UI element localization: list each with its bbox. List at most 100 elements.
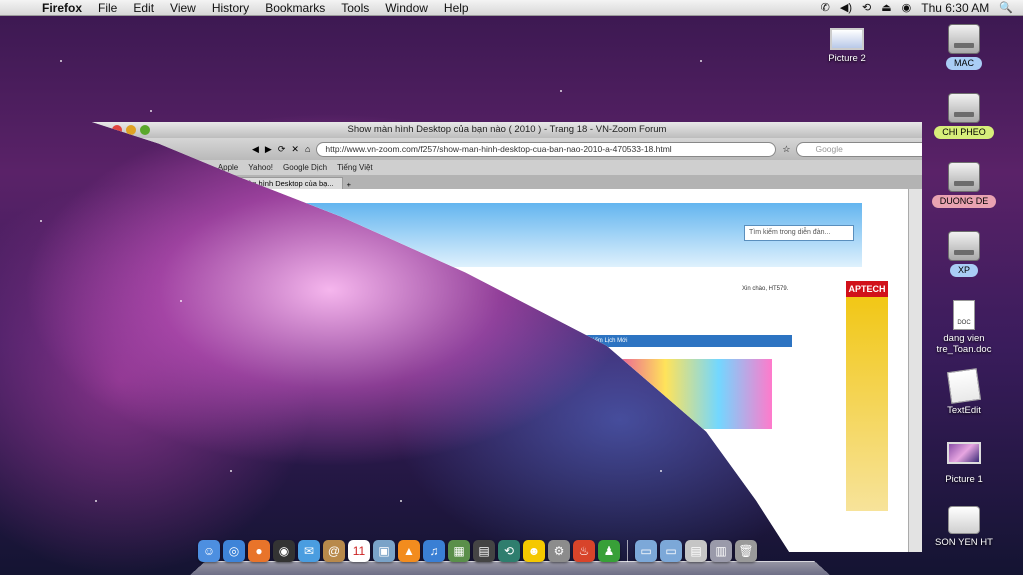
- reload-icon[interactable]: ⟳: [278, 144, 286, 155]
- rss-icon[interactable]: ☆: [782, 144, 790, 155]
- bookmark-google-dich[interactable]: Google Dịch: [283, 163, 327, 172]
- window-title: Show màn hình Desktop của bạn nào ( 2010…: [347, 124, 667, 135]
- bookmark-yahoo[interactable]: Yahoo!: [248, 163, 273, 172]
- status-area: ✆ ◀) ⟲ ⏏ ◉ Thu 6:30 AM 🔍: [821, 0, 1023, 16]
- forward-icon[interactable]: ▶: [265, 144, 272, 155]
- finder-icon[interactable]: ☺: [198, 540, 220, 562]
- menu-edit[interactable]: Edit: [125, 0, 162, 16]
- ad-title: APTECH: [846, 281, 888, 297]
- yahoo-messenger-icon[interactable]: ☻: [523, 540, 545, 562]
- photo-booth-icon[interactable]: ▤: [473, 540, 495, 562]
- web-page: Tìm kiếm trong diễn đàn... Xin chào, HT5…: [92, 189, 922, 552]
- menu-bookmarks[interactable]: Bookmarks: [257, 0, 333, 16]
- icon-label: TextEdit: [947, 405, 981, 416]
- user-greeting: Xin chào, HT579.: [742, 286, 789, 292]
- textedit-icon: [946, 368, 982, 404]
- icon-label: XP: [949, 264, 978, 277]
- back-icon[interactable]: ◀: [252, 144, 259, 155]
- icon-label: dang vien tre_Toan.doc: [936, 333, 992, 355]
- desktop-icon-textedit[interactable]: TextEdit: [919, 368, 1009, 416]
- hard-drive-icon: [948, 93, 980, 123]
- menu-window[interactable]: Window: [377, 0, 436, 16]
- menu-app-name[interactable]: Firefox: [34, 0, 90, 16]
- desktop-icon-picture-2[interactable]: Picture 2: [802, 28, 892, 64]
- picture-thumbnail-icon: [830, 28, 864, 50]
- browser-toolbar: ◀ ▶ ⟳ ✕ ⌂ http://www.vn-zoom.com/f257/sh…: [92, 138, 922, 160]
- home-icon[interactable]: ⌂: [305, 144, 310, 154]
- firefox-window[interactable]: Show màn hình Desktop của bạn nào ( 2010…: [92, 122, 922, 552]
- iphoto-icon[interactable]: ▦: [448, 540, 470, 562]
- desktop-icon-xp[interactable]: XP: [919, 231, 1009, 277]
- ical-icon[interactable]: 11: [348, 540, 370, 562]
- dock-separator: [627, 540, 628, 562]
- stack-icon[interactable]: ▤: [685, 540, 707, 562]
- eject-icon[interactable]: ⏏: [881, 0, 891, 16]
- icon-label: CHI PHEO: [934, 126, 994, 139]
- icon-label: DUONG DE: [931, 195, 997, 208]
- icon-label: Picture 1: [945, 474, 983, 485]
- document-icon: DOC: [953, 300, 975, 330]
- tab-strip: Show màn hình Desktop của bạ... +: [92, 175, 922, 189]
- minimize-button[interactable]: [126, 125, 136, 135]
- bookmark-tieng-viet[interactable]: Tiếng Việt: [337, 163, 373, 172]
- aptech-ad[interactable]: APTECH: [846, 281, 888, 511]
- desktop-icon-chi-pheo[interactable]: CHI PHEO: [919, 93, 1009, 139]
- hard-drive-icon: [948, 24, 980, 54]
- menu-help[interactable]: Help: [436, 0, 477, 16]
- external-drive-icon: [948, 506, 980, 534]
- dashboard-icon[interactable]: ◉: [273, 540, 295, 562]
- close-button[interactable]: [112, 125, 122, 135]
- desktop-icon-mac[interactable]: MAC: [919, 24, 1009, 70]
- folder-icon-2[interactable]: ▭: [660, 540, 682, 562]
- desktop-icon-duong-de[interactable]: DUONG DE: [919, 162, 1009, 208]
- spotlight-icon[interactable]: 🔍: [999, 0, 1013, 16]
- new-tab-icon[interactable]: +: [347, 180, 351, 189]
- forum-image: [612, 359, 772, 429]
- menu-file[interactable]: File: [90, 0, 125, 16]
- wifi-icon[interactable]: ◉: [902, 0, 912, 16]
- preview-icon[interactable]: ▣: [373, 540, 395, 562]
- window-controls: [112, 125, 150, 135]
- icon-label: Picture 2: [828, 53, 866, 64]
- menu-history[interactable]: History: [204, 0, 257, 16]
- flame-app-icon[interactable]: ♨: [573, 540, 595, 562]
- forum-search-input[interactable]: Tìm kiếm trong diễn đàn...: [744, 225, 854, 241]
- desktop-icon-doc[interactable]: DOC dang vien tre_Toan.doc: [919, 300, 1009, 355]
- time-machine-icon[interactable]: ⟲: [498, 540, 520, 562]
- tab-active[interactable]: Show màn hình Desktop của bạ...: [212, 177, 343, 189]
- phone-icon[interactable]: ✆: [821, 0, 830, 16]
- bookmark-google[interactable]: Google: [182, 163, 208, 172]
- menu-bar: Firefox File Edit View History Bookmarks…: [0, 0, 1023, 16]
- picture-thumbnail-icon: [947, 442, 981, 464]
- folder-icon-1[interactable]: ▭: [635, 540, 657, 562]
- zoom-button[interactable]: [140, 125, 150, 135]
- time-machine-icon[interactable]: ⟲: [862, 0, 871, 16]
- itunes-icon[interactable]: ♫: [423, 540, 445, 562]
- window-titlebar[interactable]: Show màn hình Desktop của bạn nào ( 2010…: [92, 122, 922, 138]
- ichat-icon[interactable]: ✉: [298, 540, 320, 562]
- menu-tools[interactable]: Tools: [333, 0, 377, 16]
- volume-icon[interactable]: ◀): [840, 0, 852, 16]
- dock-icons: ☺ ◎ ● ◉ ✉ @11 ▣ ▲ ♫ ▦ ▤ ⟲ ☻ ⚙ ♨ ♟ ▭ ▭ ▤ ▥ 🗑: [198, 540, 822, 562]
- forum-nav-bar[interactable]: Forum Thành viên Tìm kiếm Lịch Mới: [522, 335, 792, 347]
- green-app-icon[interactable]: ♟: [598, 540, 620, 562]
- safari-icon[interactable]: ◎: [223, 540, 245, 562]
- dock: ☺ ◎ ● ◉ ✉ @11 ▣ ▲ ♫ ▦ ▤ ⟲ ☻ ⚙ ♨ ♟ ▭ ▭ ▤ ▥ 🗑: [190, 536, 830, 575]
- search-input[interactable]: Google: [796, 141, 922, 157]
- menu-view[interactable]: View: [162, 0, 204, 16]
- stop-icon[interactable]: ✕: [291, 144, 299, 155]
- vlc-icon[interactable]: ▲: [398, 540, 420, 562]
- desktop-icon-picture-1[interactable]: Picture 1: [919, 442, 1009, 485]
- desktop-icon-son-yen-ht[interactable]: SON YEN HT: [919, 506, 1009, 548]
- system-prefs-icon[interactable]: ⚙: [548, 540, 570, 562]
- bookmark-apple[interactable]: Apple: [218, 163, 238, 172]
- firefox-icon[interactable]: ●: [248, 540, 270, 562]
- address-book-icon[interactable]: @: [323, 540, 345, 562]
- window-thumb-icon[interactable]: ▥: [710, 540, 732, 562]
- forum-banner: Tìm kiếm trong diễn đàn...: [242, 203, 862, 267]
- menu-clock[interactable]: Thu 6:30 AM: [921, 1, 989, 15]
- hard-drive-icon: [948, 231, 980, 261]
- trash-icon[interactable]: 🗑: [735, 540, 757, 562]
- url-bar[interactable]: http://www.vn-zoom.com/f257/show-man-hin…: [316, 141, 777, 157]
- icon-label: MAC: [946, 57, 982, 70]
